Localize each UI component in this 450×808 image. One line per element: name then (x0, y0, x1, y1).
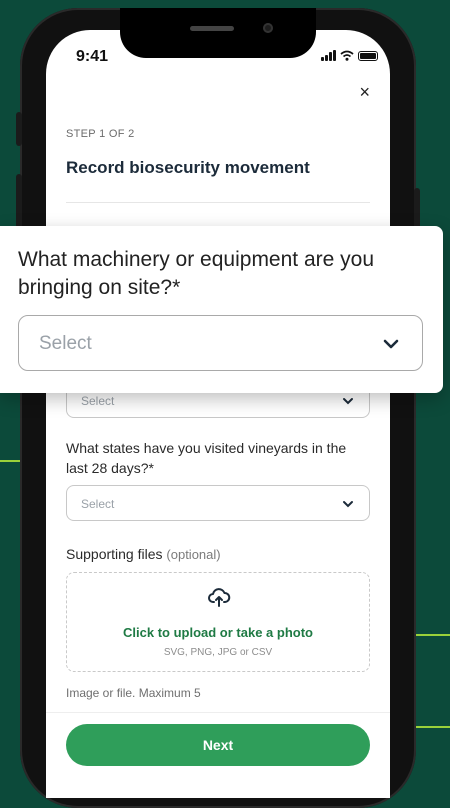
cloud-upload-icon (208, 588, 231, 607)
divider (66, 202, 370, 203)
side-button-left (16, 112, 22, 146)
machinery-select-field[interactable]: Select (18, 315, 423, 371)
files-label-text: Supporting files (66, 546, 163, 562)
upload-file-types: SVG, PNG, JPG or CSV (163, 647, 273, 658)
select-placeholder: Select (39, 333, 92, 354)
supporting-files-label: Supporting files (optional) (66, 546, 221, 562)
app-screen: 9:41 × STEP 1 OF 2 Record biosecurity mo… (46, 30, 390, 798)
select-placeholder: Select (81, 497, 115, 511)
states-question-label: What states have you visited vineyards i… (66, 440, 347, 476)
page-title: Record biosecurity movement (66, 158, 310, 177)
upload-dropzone[interactable]: Click to upload or take a photo SVG, PNG… (66, 572, 370, 672)
front-camera (263, 23, 273, 33)
status-icons (321, 50, 378, 61)
select-placeholder: Select (81, 394, 115, 408)
phone-notch (120, 8, 316, 58)
chevron-down-icon (383, 339, 399, 349)
step-indicator: STEP 1 OF 2 (66, 128, 135, 140)
chevron-down-icon (343, 501, 353, 508)
optional-label: (optional) (166, 547, 221, 562)
next-button[interactable]: Next (66, 724, 370, 766)
accent-line-right-bottom (416, 726, 450, 728)
speaker-grille (190, 26, 234, 31)
close-button[interactable]: × (359, 82, 370, 103)
signal-icon (321, 50, 336, 61)
states-select-field[interactable]: Select (66, 485, 370, 521)
zoomed-question-card: What machinery or equipment are you brin… (0, 226, 443, 393)
upload-link[interactable]: Click to upload or take a photo (67, 625, 369, 640)
upload-hint: Image or file. Maximum 5 (66, 686, 201, 700)
battery-icon (358, 50, 378, 61)
chevron-down-icon (343, 398, 353, 405)
accent-line-right-top (416, 634, 450, 636)
machinery-question-label: What machinery or equipment are you brin… (18, 248, 375, 299)
status-time: 9:41 (76, 48, 109, 65)
wifi-icon (340, 50, 354, 61)
accent-line-left (0, 460, 22, 462)
